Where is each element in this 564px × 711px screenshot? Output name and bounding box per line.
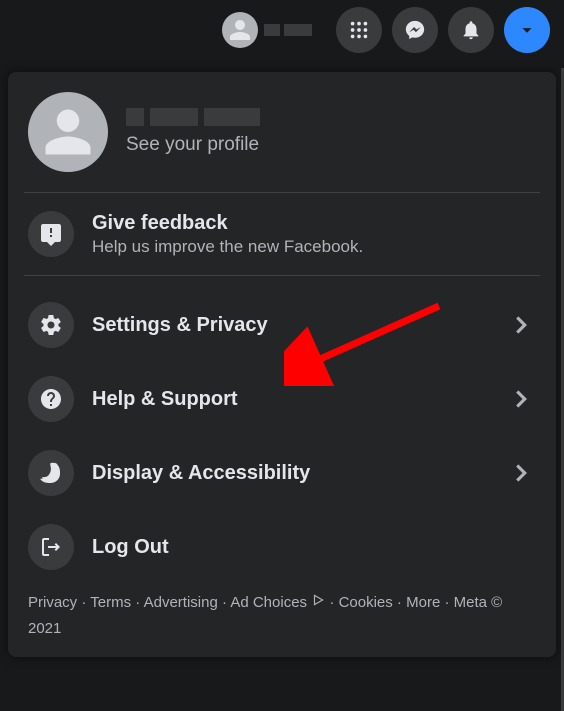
avatar-icon [28, 92, 108, 172]
log-out[interactable]: Log Out [24, 510, 540, 584]
gear-icon [28, 302, 74, 348]
log-out-label: Log Out [92, 536, 536, 559]
footer-links: Privacy · Terms · Advertising · Ad Choic… [24, 584, 540, 643]
settings-privacy-label: Settings & Privacy [92, 314, 488, 337]
redacted-profile-name [126, 108, 260, 126]
profile-info: See your profile [126, 108, 260, 156]
redacted-name [264, 24, 312, 36]
moon-icon [28, 450, 74, 496]
give-feedback[interactable]: Give feedback Help us improve the new Fa… [24, 193, 540, 276]
settings-privacy[interactable]: Settings & Privacy [24, 288, 540, 362]
display-accessibility-label: Display & Accessibility [92, 462, 488, 485]
messenger-icon [404, 19, 426, 41]
profile-link[interactable]: See your profile [24, 86, 540, 193]
feedback-icon [28, 211, 74, 257]
chevron-right-icon [506, 384, 536, 414]
account-dropdown-button[interactable] [504, 7, 550, 53]
see-profile-label: See your profile [126, 134, 260, 156]
notifications-button[interactable] [448, 7, 494, 53]
help-support-label: Help & Support [92, 388, 488, 411]
messenger-button[interactable] [392, 7, 438, 53]
feedback-title: Give feedback [92, 212, 363, 235]
help-icon [28, 376, 74, 422]
bell-icon [460, 19, 482, 41]
chevron-right-icon [506, 310, 536, 340]
help-support[interactable]: Help & Support [24, 362, 540, 436]
avatar-small [222, 12, 258, 48]
logout-icon [28, 524, 74, 570]
footer-more[interactable]: More [406, 594, 440, 611]
footer-terms[interactable]: Terms [90, 594, 131, 611]
feedback-text: Give feedback Help us improve the new Fa… [92, 212, 363, 257]
grid-icon [348, 19, 370, 41]
footer-adchoices[interactable]: Ad Choices [230, 594, 307, 611]
display-accessibility[interactable]: Display & Accessibility [24, 436, 540, 510]
menu-grid-button[interactable] [336, 7, 382, 53]
top-navbar [0, 0, 564, 60]
caret-down-icon [516, 19, 538, 41]
feedback-subtitle: Help us improve the new Facebook. [92, 237, 363, 257]
footer-cookies[interactable]: Cookies [339, 594, 393, 611]
footer-privacy[interactable]: Privacy [28, 594, 77, 611]
footer-advertising[interactable]: Advertising [144, 594, 218, 611]
chevron-right-icon [506, 458, 536, 488]
adchoices-icon [311, 590, 325, 616]
account-dropdown: See your profile Give feedback Help us i… [8, 72, 556, 657]
profile-pill[interactable] [218, 10, 316, 50]
